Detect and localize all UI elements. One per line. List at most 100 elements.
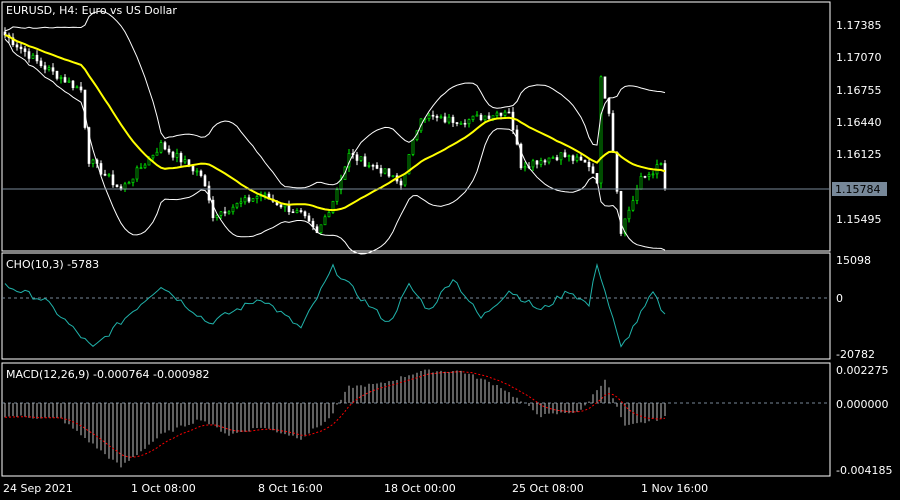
candle-body: [159, 142, 163, 153]
candle-body: [223, 211, 227, 214]
price-tick: 1.15495: [836, 213, 882, 226]
candle-body: [543, 160, 547, 163]
macd-label: MACD(12,26,9) -0.000764 -0.000982: [6, 368, 209, 381]
candle-body: [59, 77, 63, 79]
candle-body: [479, 114, 483, 121]
candle-body: [427, 114, 431, 120]
candle-body: [279, 204, 283, 208]
candle-body: [251, 198, 255, 202]
candle-body: [587, 161, 591, 168]
candle-body: [243, 197, 247, 203]
candle-body: [663, 163, 667, 190]
candle-body: [227, 211, 231, 214]
macd-plot: [2, 369, 830, 468]
candle-body: [483, 115, 487, 121]
candle-body: [491, 115, 495, 119]
candle-body: [115, 184, 119, 188]
candle-body: [35, 54, 39, 62]
candle-body: [23, 48, 27, 52]
candle-body: [191, 165, 195, 172]
candle-body: [603, 76, 607, 99]
cho-tick: 0: [836, 292, 843, 305]
candle-body: [291, 211, 295, 214]
price-tick: 1.16440: [836, 116, 882, 129]
candle-body: [459, 122, 463, 125]
candle-body: [335, 189, 339, 202]
candle-body: [651, 173, 655, 176]
candle-body: [475, 114, 479, 117]
bollinger-lower-line: [4, 38, 666, 255]
candle-body: [179, 153, 183, 163]
candle-body: [451, 116, 455, 123]
candle-body: [75, 86, 79, 89]
macd-tick: 0.002275: [836, 364, 889, 377]
candle-body: [575, 156, 579, 161]
candle-body: [431, 114, 435, 117]
candle-body: [183, 159, 187, 163]
candle-body: [399, 180, 403, 186]
candle-body: [439, 116, 443, 119]
candle-body: [299, 210, 303, 213]
candle-body: [367, 165, 371, 167]
candle-body: [27, 51, 31, 59]
macd-tick: 0.000000: [836, 398, 889, 411]
candle-body: [103, 173, 107, 176]
candle-body: [355, 154, 359, 161]
candle-body: [391, 175, 395, 178]
candle-body: [659, 163, 663, 165]
candle-body: [135, 167, 139, 180]
candle-body: [463, 122, 467, 125]
candle-body: [199, 170, 203, 176]
candle-body: [631, 200, 635, 211]
candle-body: [51, 67, 55, 72]
macd-tick: -0.004185: [836, 464, 892, 477]
chart-canvas[interactable]: EURUSD, H4: Euro vs US Dollar CHO(10,3) …: [0, 0, 900, 500]
candle-body: [599, 76, 603, 184]
candle-body: [611, 113, 615, 153]
candle-body: [639, 176, 643, 190]
candle-body: [371, 165, 375, 167]
candle-body: [559, 152, 563, 161]
candle-body: [167, 148, 171, 153]
trading-chart[interactable]: EURUSD, H4: Euro vs US Dollar CHO(10,3) …: [0, 0, 900, 500]
candle-body: [171, 151, 175, 158]
cho-tick: -20782: [836, 348, 875, 361]
candle-body: [327, 212, 331, 218]
time-label: 1 Nov 16:00: [641, 482, 708, 495]
candle-body: [487, 115, 491, 119]
symbol-title: EURUSD, H4: Euro vs US Dollar: [6, 4, 177, 17]
candle-body: [39, 60, 43, 67]
candle-body: [503, 111, 507, 116]
candle-body: [583, 159, 587, 163]
candle-body: [499, 112, 503, 116]
candle-body: [127, 182, 131, 185]
candle-body: [175, 153, 179, 158]
time-label: 18 Oct 00:00: [384, 482, 456, 495]
candle-body: [231, 206, 235, 213]
candle-body: [303, 211, 307, 217]
time-label: 25 Oct 08:00: [512, 482, 584, 495]
candle-body: [535, 160, 539, 165]
candle-body: [547, 157, 551, 163]
candle-body: [15, 44, 19, 48]
candle-body: [579, 156, 583, 161]
candle-body: [151, 154, 155, 159]
candle-body: [435, 115, 439, 118]
candle-body: [195, 170, 199, 173]
candle-body: [363, 156, 367, 167]
candle-body: [647, 174, 651, 177]
candle-body: [139, 167, 143, 170]
candle-body: [467, 119, 471, 125]
candle-body: [239, 201, 243, 204]
candle-body: [307, 215, 311, 222]
candle-body: [523, 166, 527, 169]
candle-body: [319, 224, 323, 233]
price-tick: 1.16755: [836, 84, 882, 97]
candle-body: [555, 157, 559, 161]
time-label: 1 Oct 08:00: [131, 482, 196, 495]
candle-body: [383, 168, 387, 174]
candle-body: [163, 142, 167, 150]
candle-body: [235, 202, 239, 208]
candle-body: [323, 216, 327, 226]
candle-body: [495, 112, 499, 116]
